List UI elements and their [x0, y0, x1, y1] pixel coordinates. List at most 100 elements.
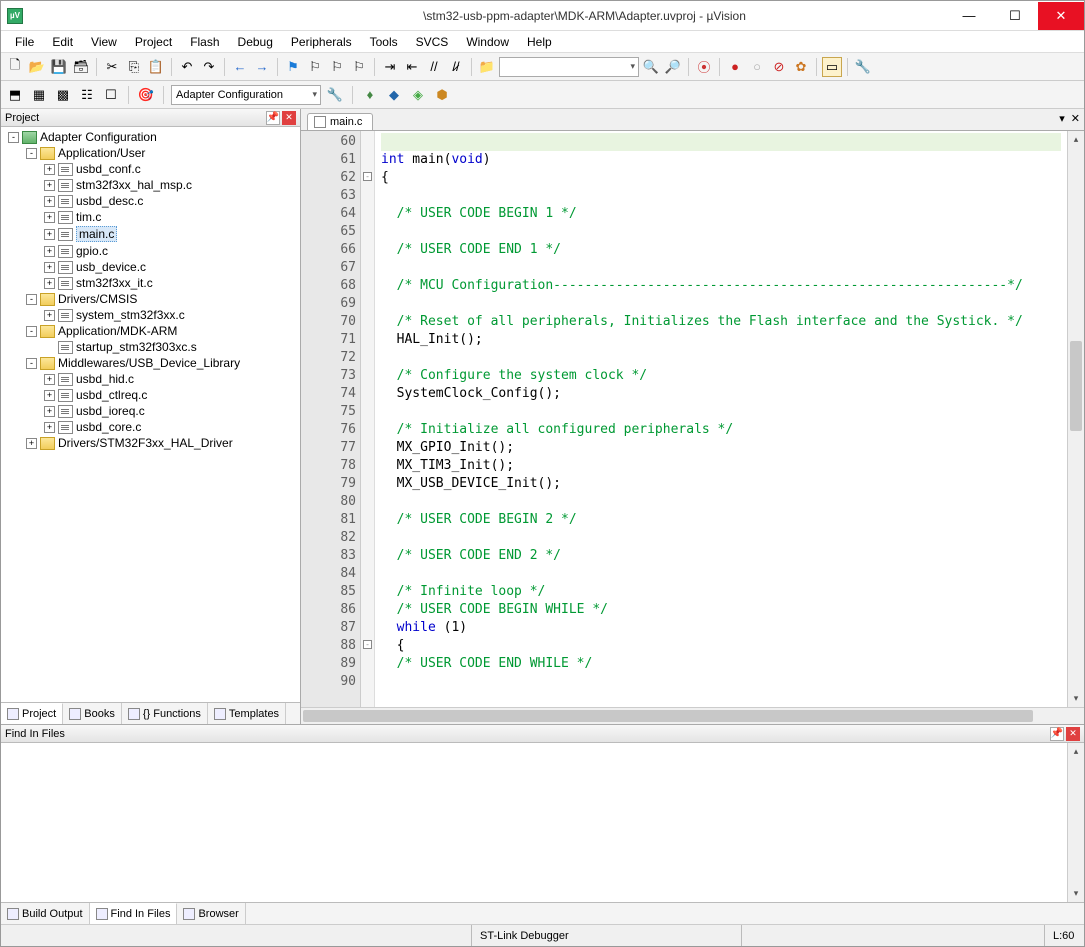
- open-file-icon[interactable]: 📂: [27, 57, 47, 77]
- tree-node[interactable]: + stm32f3xx_it.c: [5, 275, 296, 291]
- tab-dropdown-icon[interactable]: ▾: [1059, 112, 1065, 125]
- project-tree[interactable]: -Adapter Configuration-Application/User+…: [1, 127, 300, 702]
- tree-node[interactable]: -Application/MDK-ARM: [5, 323, 296, 339]
- tree-twisty-icon[interactable]: -: [8, 132, 19, 143]
- output-tab-browser[interactable]: Browser: [177, 903, 245, 924]
- redo-icon[interactable]: ↷: [199, 57, 219, 77]
- tree-node[interactable]: + main.c: [5, 225, 296, 243]
- tree-label[interactable]: usbd_hid.c: [76, 372, 134, 386]
- vertical-scrollbar[interactable]: ▴ ▾: [1067, 131, 1084, 707]
- tree-twisty-icon[interactable]: +: [44, 180, 55, 191]
- tree-label[interactable]: Drivers/CMSIS: [58, 292, 137, 306]
- tree-label[interactable]: usbd_ioreq.c: [76, 404, 145, 418]
- tree-label[interactable]: usbd_ctlreq.c: [76, 388, 147, 402]
- manage-components-icon[interactable]: ♦: [360, 85, 380, 105]
- pack-installer-icon[interactable]: ◈: [408, 85, 428, 105]
- fold-icon[interactable]: -: [363, 172, 372, 181]
- tree-twisty-icon[interactable]: -: [26, 148, 37, 159]
- fold-column[interactable]: --: [361, 131, 375, 707]
- tree-node[interactable]: +usb_device.c: [5, 259, 296, 275]
- tree-node[interactable]: +gpio.c: [5, 243, 296, 259]
- tree-node[interactable]: + Drivers/STM32F3xx_HAL_Driver: [5, 435, 296, 451]
- bookmark-next-icon[interactable]: ⚐: [327, 57, 347, 77]
- tree-twisty-icon[interactable]: +: [26, 438, 37, 449]
- scroll-down-icon[interactable]: ▾: [1068, 690, 1084, 707]
- tree-twisty-icon[interactable]: +: [44, 278, 55, 289]
- tree-twisty-icon[interactable]: +: [44, 164, 55, 175]
- pin-icon[interactable]: 📌: [266, 111, 280, 125]
- new-file-icon[interactable]: 🗋: [5, 57, 25, 77]
- tree-label[interactable]: Drivers/STM32F3xx_HAL_Driver: [58, 436, 233, 450]
- nav-forward-icon[interactable]: →: [252, 57, 272, 77]
- minimize-button[interactable]: —: [946, 2, 992, 30]
- editor-tab-main[interactable]: main.c: [307, 113, 373, 130]
- find-results[interactable]: [1, 743, 1067, 902]
- tree-node[interactable]: + usbd_desc.c: [5, 193, 296, 209]
- tree-label[interactable]: stm32f3xx_it.c: [76, 276, 153, 290]
- tree-node[interactable]: startup_stm32f303xc.s: [5, 339, 296, 355]
- tree-node[interactable]: + tim.c: [5, 209, 296, 225]
- tree-label[interactable]: system_stm32f3xx.c: [76, 308, 185, 322]
- horizontal-scrollbar[interactable]: [301, 707, 1084, 724]
- save-all-icon[interactable]: 🗃: [71, 57, 91, 77]
- tree-label[interactable]: gpio.c: [76, 244, 108, 258]
- bookmark-clear-icon[interactable]: ⚐: [349, 57, 369, 77]
- cut-icon[interactable]: ✂: [102, 57, 122, 77]
- tree-node[interactable]: -Middlewares/USB_Device_Library: [5, 355, 296, 371]
- tree-label[interactable]: Application/MDK-ARM: [58, 324, 177, 338]
- tree-label[interactable]: Adapter Configuration: [40, 130, 157, 144]
- maximize-button[interactable]: ☐: [992, 2, 1038, 30]
- menu-view[interactable]: View: [83, 33, 125, 51]
- window-layout-icon[interactable]: ▭: [822, 57, 842, 77]
- tree-label[interactable]: main.c: [76, 226, 117, 242]
- nav-back-icon[interactable]: ←: [230, 57, 250, 77]
- download-icon[interactable]: 🎯: [136, 85, 156, 105]
- tree-label[interactable]: tim.c: [76, 210, 101, 224]
- tree-node[interactable]: + usbd_hid.c: [5, 371, 296, 387]
- pin-icon[interactable]: 📌: [1050, 727, 1064, 741]
- menu-file[interactable]: File: [7, 33, 42, 51]
- tree-twisty-icon[interactable]: +: [44, 262, 55, 273]
- find-combo[interactable]: [499, 57, 639, 77]
- tree-twisty-icon[interactable]: +: [44, 212, 55, 223]
- configure-icon[interactable]: 🔧: [853, 57, 873, 77]
- menu-flash[interactable]: Flash: [182, 33, 227, 51]
- bookmark-icon[interactable]: ⚑: [283, 57, 303, 77]
- build-icon[interactable]: ▦: [29, 85, 49, 105]
- tree-twisty-icon[interactable]: +: [44, 406, 55, 417]
- pane-close-icon[interactable]: ✕: [282, 111, 296, 125]
- project-tab-books[interactable]: Books: [63, 703, 122, 724]
- breakpoint-insert-icon[interactable]: ●: [725, 57, 745, 77]
- tree-twisty-icon[interactable]: +: [44, 229, 55, 240]
- find-scrollbar[interactable]: ▴▾: [1067, 743, 1084, 902]
- menu-window[interactable]: Window: [458, 33, 517, 51]
- tree-label[interactable]: usbd_desc.c: [76, 194, 143, 208]
- tree-label[interactable]: Middlewares/USB_Device_Library: [58, 356, 240, 370]
- search-icon[interactable]: 🔍: [641, 57, 661, 77]
- menu-tools[interactable]: Tools: [362, 33, 406, 51]
- tree-twisty-icon[interactable]: +: [44, 374, 55, 385]
- project-tab-project[interactable]: Project: [1, 703, 63, 724]
- menu-project[interactable]: Project: [127, 33, 180, 51]
- target-select[interactable]: Adapter Configuration: [171, 85, 321, 105]
- manage-rte-icon[interactable]: ◆: [384, 85, 404, 105]
- tree-twisty-icon[interactable]: -: [26, 294, 37, 305]
- tree-node[interactable]: - Drivers/CMSIS: [5, 291, 296, 307]
- tree-label[interactable]: stm32f3xx_hal_msp.c: [76, 178, 192, 192]
- copy-icon[interactable]: ⎘: [124, 57, 144, 77]
- breakpoint-disable-icon[interactable]: ○: [747, 57, 767, 77]
- menu-edit[interactable]: Edit: [44, 33, 81, 51]
- tree-node[interactable]: + stm32f3xx_hal_msp.c: [5, 177, 296, 193]
- tree-twisty-icon[interactable]: +: [44, 390, 55, 401]
- find-icon[interactable]: 📁: [477, 57, 497, 77]
- bookmark-prev-icon[interactable]: ⚐: [305, 57, 325, 77]
- tree-twisty-icon[interactable]: +: [44, 196, 55, 207]
- stop-build-icon[interactable]: ☐: [101, 85, 121, 105]
- output-tab-build-output[interactable]: Build Output: [1, 903, 90, 924]
- hscroll-thumb[interactable]: [303, 710, 1033, 722]
- scroll-up-icon[interactable]: ▴: [1068, 131, 1084, 148]
- tree-node[interactable]: + usbd_ioreq.c: [5, 403, 296, 419]
- tree-label[interactable]: usbd_core.c: [76, 420, 141, 434]
- menu-peripherals[interactable]: Peripherals: [283, 33, 360, 51]
- pane-close-icon[interactable]: ✕: [1066, 727, 1080, 741]
